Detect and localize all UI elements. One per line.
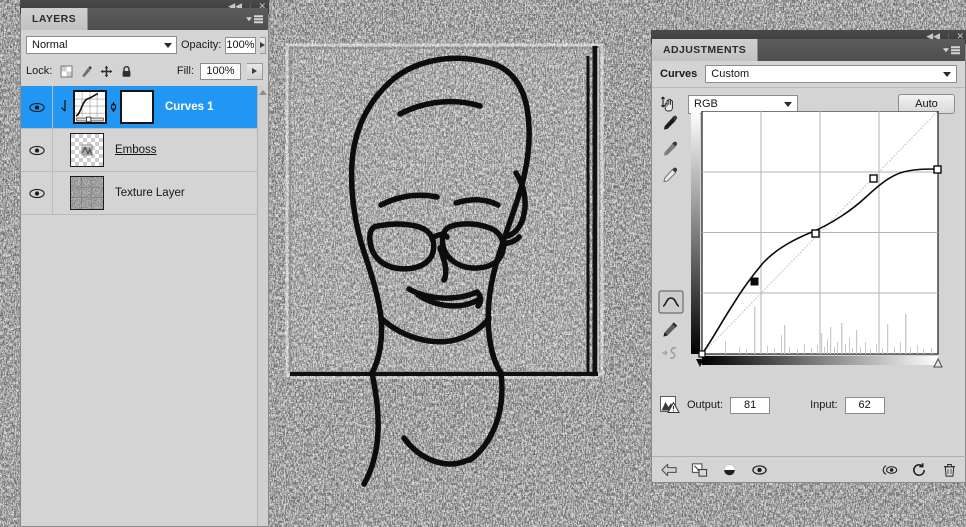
- lock-position-icon[interactable]: [100, 65, 113, 78]
- white-point-eyedropper-icon[interactable]: [660, 165, 680, 188]
- curve-point-3: [869, 174, 878, 183]
- panel-menu-triangle: [246, 17, 252, 21]
- curves-graph-stage: [652, 107, 966, 387]
- panel-menu-bars: [254, 15, 263, 23]
- delete-adjustment-icon[interactable]: [941, 462, 958, 478]
- lock-all-icon[interactable]: [120, 65, 133, 78]
- panel-menu-icon[interactable]: [943, 46, 960, 54]
- layer-name-emboss: Emboss: [115, 144, 157, 156]
- preset-select[interactable]: Custom: [705, 65, 957, 83]
- input-input[interactable]: 62: [844, 396, 885, 414]
- panel-menu-triangle: [943, 48, 949, 52]
- reset-adjustment-icon[interactable]: [911, 462, 928, 478]
- blend-mode-row: Normal Opacity: 100%: [21, 30, 268, 57]
- adjustments-footer: [652, 456, 966, 482]
- layer-visibility-toggle-curves-1[interactable]: [21, 86, 53, 128]
- adjustment-kind-label: Curves: [660, 68, 698, 80]
- return-to-adjustment-list-icon[interactable]: [661, 462, 678, 478]
- layers-tab-strip: LAYERS: [21, 8, 268, 30]
- curve-point-0: [698, 350, 706, 358]
- clip-to-layer-icon[interactable]: [691, 462, 708, 478]
- layers-panel: ◀◀ | ✕ LAYERS Normal Opacity: 100% Lock:: [20, 0, 269, 527]
- blend-mode-value: Normal: [32, 39, 68, 51]
- eye-icon: [28, 188, 45, 198]
- panel-menu-icon[interactable]: [246, 15, 263, 23]
- scroll-up-arrow-icon[interactable]: [259, 90, 267, 95]
- tab-layers[interactable]: LAYERS: [21, 8, 89, 30]
- lock-row: Lock: Fill: 100%: [21, 57, 268, 83]
- layer-visibility-toggle-texture-layer[interactable]: [21, 172, 53, 214]
- layer-visibility-toggle-emboss[interactable]: [21, 129, 53, 171]
- black-point-eyedropper-icon[interactable]: [660, 113, 680, 136]
- curve-side-tools: [658, 107, 686, 387]
- layer-list-scrollbar[interactable]: [257, 86, 268, 526]
- smooth-curve-icon[interactable]: [660, 344, 680, 365]
- layer-name-texture-layer: Texture Layer: [115, 187, 185, 199]
- opacity-label: Opacity:: [181, 39, 222, 51]
- opacity-input[interactable]: 100%: [225, 36, 256, 54]
- white-layer-mask-thumbnail[interactable]: [120, 90, 154, 124]
- output-input[interactable]: 81: [730, 396, 771, 414]
- pencil-draw-curve-icon[interactable]: [660, 320, 680, 343]
- weave-texture-thumbnail[interactable]: [70, 176, 104, 210]
- eye-icon: [28, 145, 45, 155]
- curves-adjustment-thumbnail[interactable]: [73, 90, 107, 124]
- lock-transparent-pixels-icon[interactable]: [60, 65, 73, 78]
- fill-input[interactable]: 100%: [200, 62, 241, 80]
- adjustments-panel: ◀◀ | ✕ ADJUSTMENTS Curves Custom RGB Aut…: [651, 30, 966, 483]
- lock-label: Lock:: [26, 65, 53, 77]
- photoshop-window: ◀◀ | ✕ LAYERS Normal Opacity: 100% Lock:: [0, 0, 966, 527]
- input-label: Input:: [810, 399, 838, 411]
- layer-row-emboss[interactable]: Emboss: [21, 129, 268, 172]
- adjustments-tab-strip: ADJUSTMENTS: [652, 39, 965, 61]
- preset-value: Custom: [711, 68, 750, 80]
- preview-toggle-icon[interactable]: [881, 462, 898, 478]
- clipping-mask-arrow-icon: [61, 100, 66, 112]
- panel-menu-bars: [951, 46, 960, 54]
- curves-graph[interactable]: [691, 111, 949, 369]
- curve-point-selected: [750, 277, 759, 286]
- layer-name-curves-1: Curves 1: [165, 101, 214, 113]
- gray-point-eyedropper-icon[interactable]: [660, 139, 680, 162]
- layer-row-texture-layer[interactable]: Texture Layer: [21, 172, 268, 215]
- curve-point-2: [811, 229, 820, 238]
- output-input-row: Output: 81 Input: 62: [652, 389, 966, 421]
- eye-icon: [28, 102, 45, 112]
- fill-slider-button[interactable]: [247, 62, 263, 80]
- opacity-slider-button[interactable]: [259, 36, 266, 54]
- tab-adjustments[interactable]: ADJUSTMENTS: [652, 39, 759, 61]
- chevron-down-icon: [784, 101, 792, 107]
- curve-point-4: [933, 165, 942, 174]
- chevron-down-icon: [943, 71, 951, 77]
- layer-list: Curves 1 Emboss Texture Layer: [21, 86, 268, 526]
- transparent-checker-thumbnail[interactable]: [70, 133, 104, 167]
- mask-link-icon[interactable]: [110, 100, 117, 114]
- fill-label: Fill:: [176, 65, 194, 77]
- layer-row-curves-1[interactable]: Curves 1: [21, 86, 268, 129]
- preset-row: Curves Custom: [652, 61, 965, 88]
- lock-image-pixels-icon[interactable]: [80, 65, 93, 78]
- blend-mode-select[interactable]: Normal: [26, 36, 177, 54]
- view-previous-state-icon[interactable]: [751, 462, 768, 478]
- toggle-layer-visibility-icon[interactable]: [721, 462, 738, 478]
- clipping-warning-icon[interactable]: [660, 396, 680, 414]
- curve-point-tool-icon[interactable]: [658, 290, 684, 317]
- output-label: Output:: [687, 399, 724, 411]
- chevron-down-icon: [164, 42, 172, 48]
